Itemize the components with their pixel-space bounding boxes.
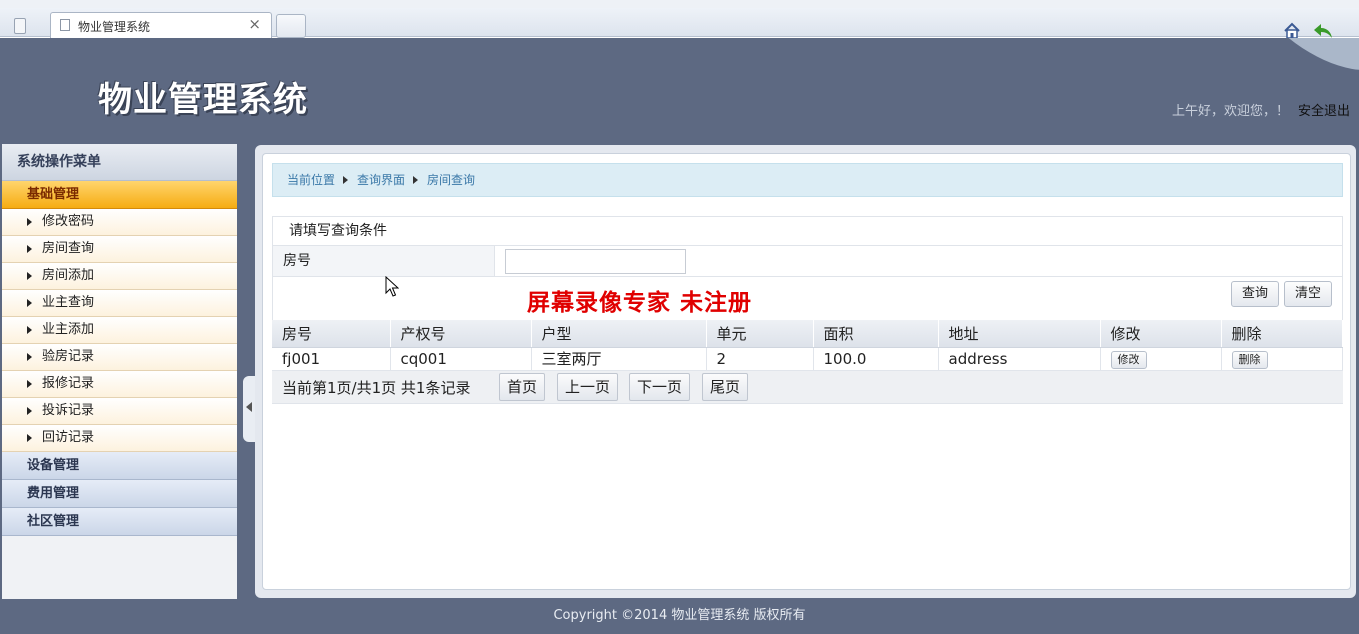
tab-title: 物业管理系统	[78, 20, 151, 34]
caret-right-icon	[27, 434, 32, 442]
page-footer: Copyright ©2014 物业管理系统 版权所有	[0, 599, 1359, 634]
query-heading: 请填写查询条件	[273, 217, 1342, 246]
browser-tab-bar: 物业管理系统 ×	[0, 8, 1359, 39]
caret-right-icon	[27, 299, 32, 307]
sidebar-item-complaint[interactable]: 投诉记录	[2, 398, 237, 425]
column-header: 地址	[938, 320, 1101, 348]
clear-button[interactable]: 清空	[1284, 281, 1332, 307]
greeting-text: 上午好，欢迎您，！	[1171, 104, 1289, 119]
app-logo: 物业管理系统	[98, 80, 308, 120]
menu-group-equipment[interactable]: 设备管理	[2, 452, 237, 480]
sidebar-item-owner-query[interactable]: 业主查询	[2, 290, 237, 317]
caret-right-icon	[27, 272, 32, 280]
caret-right-icon	[27, 407, 32, 415]
sidebar-item-owner-add[interactable]: 业主添加	[2, 317, 237, 344]
new-tab-button[interactable]	[276, 14, 306, 38]
content-area: 当前位置 查询界面 房间查询 请填写查询条件 房号 查询 清空 房号 产权号 户型 …	[262, 153, 1351, 590]
mouse-cursor-icon	[385, 276, 399, 297]
cell-address: address	[938, 347, 1101, 371]
recorder-watermark: 屏幕录像专家 未注册	[527, 289, 753, 316]
table-row: fj001 cq001 三室两厅 2 100.0 address 修改 删除	[272, 347, 1343, 371]
sidebar-item-revisit[interactable]: 回访记录	[2, 425, 237, 452]
menu-group-basic[interactable]: 基础管理	[2, 181, 237, 209]
page-icon	[60, 19, 70, 31]
column-header: 单元	[706, 320, 814, 348]
cell-property: cq001	[390, 347, 532, 371]
caret-right-icon	[27, 380, 32, 388]
results-table: 房号 产权号 户型 单元 面积 地址 修改 删除 fj001 cq001 三室两…	[272, 320, 1343, 371]
browser-tab[interactable]: 物业管理系统 ×	[50, 12, 272, 38]
first-page-button[interactable]: 首页	[499, 373, 546, 401]
sidebar-menu: 系统操作菜单 基础管理 修改密码 房间查询 房间添加 业主查询 业主添加 验房记…	[2, 144, 237, 599]
header-decoration	[1253, 38, 1359, 70]
cell-delete: 删除	[1221, 347, 1343, 371]
caret-right-icon	[413, 176, 419, 184]
query-row: 房号	[273, 246, 1342, 277]
table-header-row: 房号 产权号 户型 单元 面积 地址 修改 删除	[272, 320, 1343, 348]
chevron-left-icon	[246, 402, 252, 412]
column-header: 户型	[531, 320, 707, 348]
bookmarks-bar	[0, 0, 1359, 8]
sidebar-item-change-password[interactable]: 修改密码	[2, 209, 237, 236]
sidebar-item-label: 验房记录	[42, 349, 95, 364]
sidebar-item-inspection[interactable]: 验房记录	[2, 344, 237, 371]
sidebar-item-label: 报修记录	[42, 376, 95, 391]
sidebar-item-label: 投诉记录	[42, 403, 95, 418]
sidebar-item-label: 房间查询	[42, 241, 95, 256]
edit-button[interactable]: 修改	[1110, 350, 1147, 369]
last-page-button[interactable]: 尾页	[702, 373, 749, 401]
app-header: 物业管理系统 上午好，欢迎您，！ 安全退出	[0, 38, 1359, 136]
breadcrumb: 当前位置 查询界面 房间查询	[272, 163, 1343, 197]
cell-room: fj001	[272, 347, 391, 371]
room-number-label: 房号	[273, 246, 495, 276]
breadcrumb-item[interactable]: 查询界面	[357, 173, 405, 187]
next-page-button[interactable]: 下一页	[629, 373, 691, 401]
sidebar-item-room-add[interactable]: 房间添加	[2, 263, 237, 290]
query-button[interactable]: 查询	[1231, 281, 1279, 307]
cell-edit: 修改	[1100, 347, 1222, 371]
sidebar-item-room-query[interactable]: 房间查询	[2, 236, 237, 263]
page-info: 当前第1页/共1页 共1条记录	[282, 379, 471, 397]
main-panel: 当前位置 查询界面 房间查询 请填写查询条件 房号 查询 清空 房号 产权号 户型 …	[255, 145, 1356, 598]
breadcrumb-item[interactable]: 房间查询	[427, 173, 475, 187]
menu-group-fees[interactable]: 费用管理	[2, 480, 237, 508]
close-icon[interactable]: ×	[248, 15, 261, 33]
sidebar-item-label: 业主添加	[42, 322, 95, 337]
sidebar-item-label: 回访记录	[42, 430, 95, 445]
sidebar-item-label: 房间添加	[42, 268, 95, 283]
column-header: 修改	[1100, 320, 1222, 348]
sidebar-item-label: 修改密码	[42, 214, 95, 229]
caret-right-icon	[343, 176, 349, 184]
sidebar-item-label: 业主查询	[42, 295, 95, 310]
column-header: 删除	[1221, 320, 1343, 348]
pagination: 当前第1页/共1页 共1条记录 首页 上一页 下一页 尾页	[272, 371, 1343, 404]
delete-button[interactable]: 删除	[1231, 350, 1268, 369]
column-header: 面积	[813, 320, 939, 348]
column-header: 产权号	[390, 320, 532, 348]
cell-unit: 2	[706, 347, 814, 371]
tab-list-icon[interactable]	[14, 18, 26, 34]
logout-link[interactable]: 安全退出	[1298, 100, 1350, 119]
column-header: 房号	[272, 320, 391, 348]
query-form: 请填写查询条件 房号 查询 清空	[272, 216, 1343, 321]
sidebar-item-repair[interactable]: 报修记录	[2, 371, 237, 398]
prev-page-button[interactable]: 上一页	[557, 373, 619, 401]
breadcrumb-item[interactable]: 当前位置	[287, 173, 335, 187]
sidebar-title: 系统操作菜单	[2, 144, 237, 181]
room-number-input[interactable]	[505, 249, 686, 274]
caret-right-icon	[27, 326, 32, 334]
menu-group-community[interactable]: 社区管理	[2, 508, 237, 536]
caret-right-icon	[27, 245, 32, 253]
caret-right-icon	[27, 218, 32, 226]
cell-area: 100.0	[813, 347, 939, 371]
cell-layout: 三室两厅	[531, 347, 707, 371]
caret-right-icon	[27, 353, 32, 361]
query-button-row: 查询 清空	[273, 277, 1342, 320]
